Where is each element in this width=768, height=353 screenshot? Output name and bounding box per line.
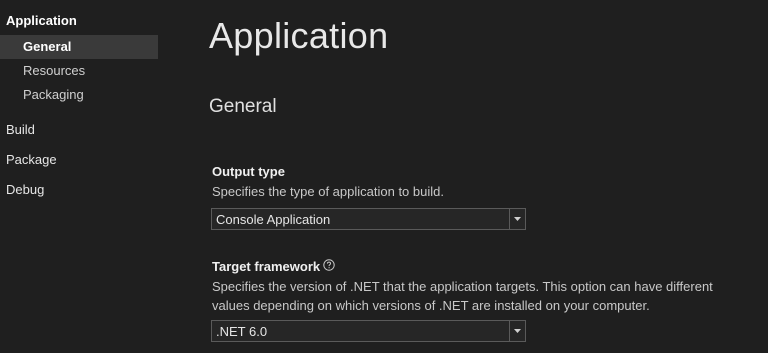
chevron-down-icon[interactable] — [509, 321, 525, 341]
target-framework-value: .NET 6.0 — [216, 324, 268, 339]
output-type-dropdown[interactable]: Console Application — [211, 208, 526, 230]
chevron-down-icon[interactable] — [509, 209, 525, 229]
sidebar-section-package[interactable]: Package — [6, 152, 57, 167]
section-title: General — [209, 96, 277, 117]
sidebar-item-packaging[interactable]: Packaging — [0, 83, 158, 107]
question-circle-icon[interactable] — [323, 259, 335, 274]
target-framework-label-text: Target framework — [212, 259, 321, 274]
target-framework-dropdown[interactable]: .NET 6.0 — [211, 320, 526, 342]
sidebar-item-resources[interactable]: Resources — [0, 59, 158, 83]
target-framework-label: Target framework — [212, 259, 335, 274]
project-properties-window: Application General Resources Packaging … — [0, 0, 768, 353]
page-title: Application — [209, 15, 389, 56]
output-type-value: Console Application — [216, 212, 331, 227]
sidebar-item-general[interactable]: General — [0, 35, 158, 59]
main-content: Application General Output type Specifie… — [158, 0, 768, 353]
sidebar-section-debug[interactable]: Debug — [6, 182, 44, 197]
sidebar: Application General Resources Packaging … — [0, 0, 158, 353]
sidebar-section-application[interactable]: Application — [6, 13, 77, 28]
target-framework-description: Specifies the version of .NET that the a… — [212, 279, 713, 313]
sidebar-section-build[interactable]: Build — [6, 122, 35, 137]
output-type-label: Output type — [212, 164, 285, 179]
output-type-description: Specifies the type of application to bui… — [212, 184, 444, 199]
